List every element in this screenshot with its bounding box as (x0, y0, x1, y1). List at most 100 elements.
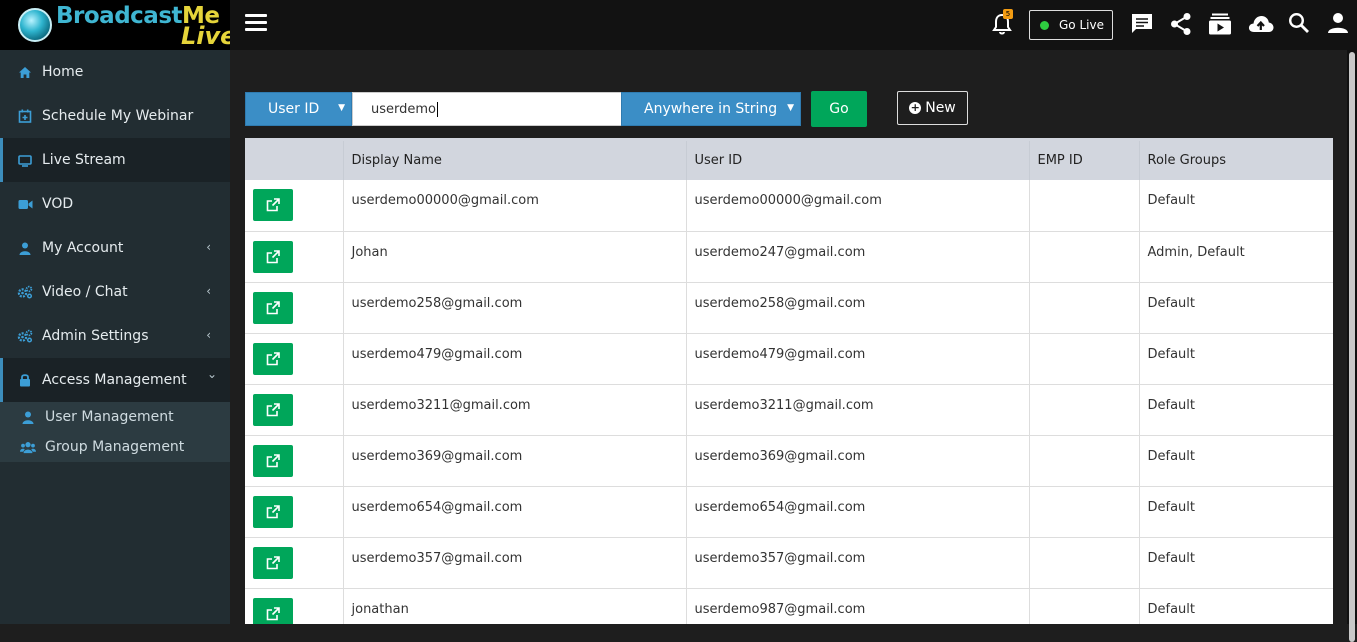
row-actions-cell (245, 282, 344, 334)
user-id-cell: userdemo3211@gmail.com (686, 384, 1030, 436)
external-link-icon (266, 453, 280, 468)
sidebar-item-live-stream[interactable]: Live Stream (0, 138, 230, 182)
gears-icon (17, 329, 33, 343)
search-input-value: userdemo (371, 101, 436, 117)
column-header-display-name[interactable]: Display Name (343, 141, 687, 180)
display-name-cell: jonathan (343, 588, 687, 624)
edit-user-button[interactable] (253, 189, 293, 221)
chevron-down-icon: ⌄ (206, 367, 217, 381)
sidebar-item-home[interactable]: Home (0, 50, 230, 94)
edit-user-button[interactable] (253, 291, 293, 324)
cloud-upload-icon[interactable] (1247, 12, 1274, 36)
live-status-dot-icon (1040, 20, 1049, 30)
table-row: jonathan userdemo987@gmail.com Default (245, 588, 1333, 624)
user-id-cell: userdemo987@gmail.com (686, 588, 1030, 624)
match-type-select[interactable]: Anywhere in String ▼ (621, 92, 801, 126)
access-management-submenu: User Management Group Management (0, 402, 230, 462)
share-icon[interactable] (1169, 12, 1193, 36)
edit-user-button[interactable] (253, 393, 293, 426)
go-button[interactable]: Go (811, 91, 867, 127)
edit-user-button[interactable] (253, 597, 293, 624)
sidebar-item-vod[interactable]: VOD (0, 182, 230, 226)
sidebar-item-schedule-webinar[interactable]: Schedule My Webinar (0, 94, 230, 138)
text-cursor (437, 101, 438, 117)
home-icon (17, 65, 33, 79)
display-name-cell: userdemo258@gmail.com (343, 282, 687, 334)
topbar: 5 Go Live (230, 0, 1357, 50)
table-row: userdemo369@gmail.com userdemo369@gmail.c… (245, 435, 1333, 487)
brand-line1: Broadcast (56, 3, 183, 29)
external-link-icon (266, 198, 280, 212)
external-link-icon (266, 555, 280, 570)
role-groups-cell: Default (1139, 435, 1333, 487)
row-actions-cell (245, 384, 344, 436)
external-link-icon (266, 504, 280, 519)
user-id-cell: userdemo654@gmail.com (686, 486, 1030, 538)
new-user-button[interactable]: + New (897, 91, 968, 125)
sidebar-item-user-management[interactable]: User Management (0, 402, 230, 432)
edit-user-button[interactable] (253, 342, 293, 375)
emp-id-cell (1029, 231, 1140, 283)
sidebar-item-my-account[interactable]: My Account ‹ (0, 226, 230, 270)
column-header-emp-id[interactable]: EMP ID (1029, 141, 1140, 180)
search-input[interactable]: userdemo (352, 92, 622, 126)
scrollbar-thumb[interactable] (1349, 52, 1355, 642)
sidebar-item-label: My Account (42, 240, 124, 256)
hamburger-menu-icon[interactable] (245, 14, 267, 34)
column-header-role-groups[interactable]: Role Groups (1139, 141, 1333, 180)
video-library-icon[interactable] (1208, 12, 1232, 36)
external-link-icon (266, 402, 280, 417)
sidebar-item-label: Access Management (42, 372, 187, 388)
sidebar-item-video-chat[interactable]: Video / Chat ‹ (0, 270, 230, 314)
sidebar-subitem-label: User Management (45, 409, 174, 425)
table-row: userdemo357@gmail.com userdemo357@gmail.c… (245, 537, 1333, 589)
go-live-button[interactable]: Go Live (1029, 10, 1113, 40)
search-icon[interactable] (1288, 12, 1312, 36)
role-groups-cell: Default (1139, 486, 1333, 538)
user-id-cell: userdemo369@gmail.com (686, 435, 1030, 487)
table-row: userdemo3211@gmail.com userdemo3211@gmail… (245, 384, 1333, 436)
match-type-value: Anywhere in String (644, 101, 778, 117)
chat-icon[interactable] (1130, 12, 1154, 36)
emp-id-cell (1029, 333, 1140, 385)
go-live-label: Go Live (1059, 18, 1104, 32)
sidebar-item-access-management[interactable]: Access Management ⌄ (0, 358, 230, 402)
user-profile-icon[interactable] (1327, 12, 1351, 36)
display-name-cell: userdemo357@gmail.com (343, 537, 687, 589)
lock-icon (17, 373, 33, 387)
sidebar-item-label: Schedule My Webinar (42, 108, 194, 124)
external-link-icon (266, 249, 280, 264)
external-link-icon (266, 300, 280, 315)
role-groups-cell: Default (1139, 588, 1333, 624)
gears-icon (17, 285, 33, 299)
emp-id-cell (1029, 486, 1140, 538)
emp-id-cell (1029, 282, 1140, 334)
external-link-icon (266, 606, 280, 621)
edit-user-button[interactable] (253, 240, 293, 273)
emp-id-cell (1029, 384, 1140, 436)
sidebar-item-admin-settings[interactable]: Admin Settings ‹ (0, 314, 230, 358)
row-actions-cell (245, 435, 344, 487)
role-groups-cell: Default (1139, 537, 1333, 589)
edit-user-button[interactable] (253, 495, 293, 528)
sidebar-item-group-management[interactable]: Group Management (0, 432, 230, 462)
users-icon (20, 440, 36, 454)
edit-user-button[interactable] (253, 546, 293, 579)
user-id-cell: userdemo247@gmail.com (686, 231, 1030, 283)
page-scrollbar[interactable] (1347, 50, 1357, 642)
row-actions-cell (245, 486, 344, 538)
display-name-cell: userdemo00000@gmail.com (343, 180, 687, 232)
column-header-user-id[interactable]: User ID (686, 141, 1030, 180)
row-actions-cell (245, 231, 344, 283)
edit-user-button[interactable] (253, 444, 293, 477)
users-table: Display Name User ID EMP ID Role Groups … (245, 138, 1333, 624)
sidebar-item-label: Admin Settings (42, 328, 149, 344)
brand-logo[interactable]: BroadcastMe Live (0, 0, 236, 50)
table-body: userdemo00000@gmail.com userdemo00000@gma… (245, 180, 1333, 624)
tv-icon (17, 153, 33, 167)
user-icon (17, 241, 33, 255)
caret-down-icon: ▼ (787, 103, 794, 113)
search-field-select[interactable]: User ID ▼ (245, 92, 352, 126)
row-actions-cell (245, 333, 344, 385)
chevron-left-icon: ‹ (206, 284, 211, 298)
